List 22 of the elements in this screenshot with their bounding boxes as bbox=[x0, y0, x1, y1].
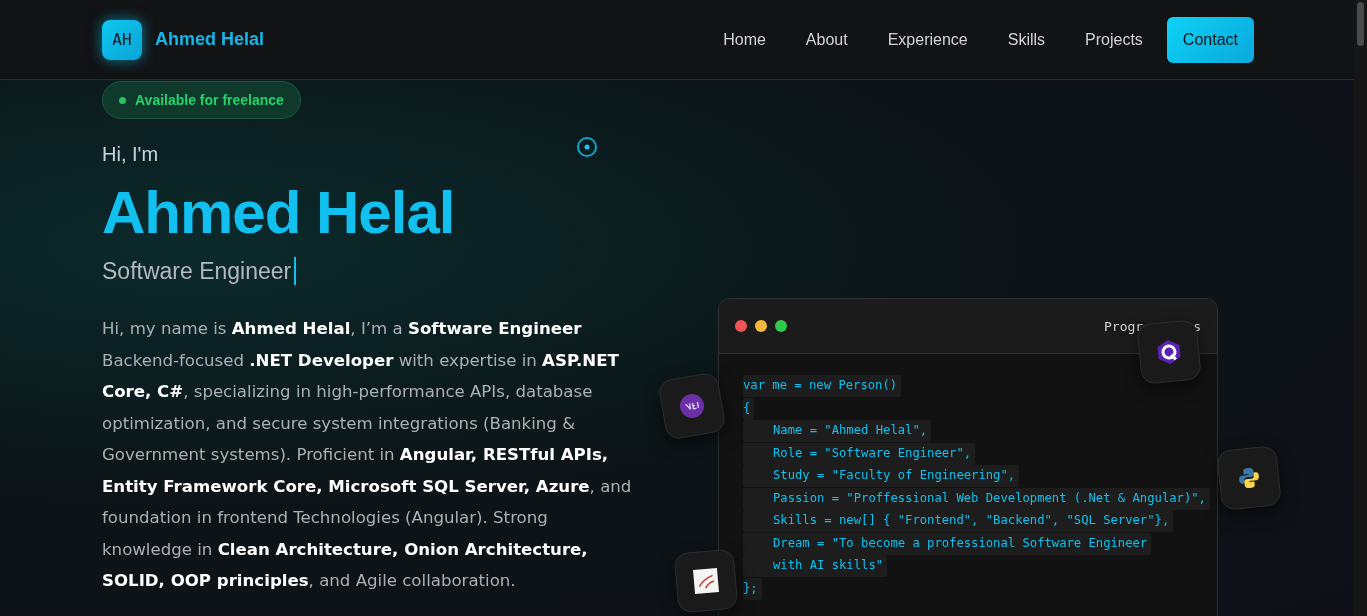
maximize-dot[interactable] bbox=[775, 320, 787, 332]
text-cursor bbox=[294, 257, 297, 285]
scrollbar[interactable] bbox=[1354, 0, 1367, 616]
hero-name: Ahmed Helal bbox=[102, 180, 455, 246]
contact-button[interactable]: Contact bbox=[1166, 16, 1254, 63]
logo-badge[interactable]: AH bbox=[102, 19, 142, 60]
close-dot[interactable] bbox=[735, 320, 747, 332]
window-title: Progr bbox=[1104, 318, 1144, 334]
bio-paragraph: Hi, my name is Ahmed Helal, I’m a Software Engineer Backend-focused .NET Developer with expertise in ASP.NET Core, C#, specializing in high-performance APIs, database optimization, and secure system integrations (Banking & Government systems). Proficient in Angular, RESTful APIs, Entity Framework Core, Microsoft SQL Server, Azure, and foundation in frontend Technologies (Angular). Strong knowledge in Clean Architecture, Onion Architecture, SOLID, OOP principles, and Agile collaboration. bbox=[102, 318, 633, 592]
nav-link[interactable]: Experience bbox=[867, 18, 988, 61]
target-icon bbox=[576, 136, 598, 158]
nav-link[interactable]: Home bbox=[703, 18, 786, 61]
brand-name[interactable]: Ahmed Helal bbox=[155, 29, 265, 50]
greeting: Hi, I'm bbox=[102, 143, 159, 166]
nav-link[interactable]: Skills bbox=[987, 18, 1066, 61]
status-badge: Available for freelance bbox=[102, 81, 301, 119]
nav-link[interactable]: Projects bbox=[1065, 18, 1163, 61]
minimize-dot[interactable] bbox=[755, 320, 767, 332]
hexagon-icon bbox=[1155, 337, 1183, 367]
role-title: Software Engineer bbox=[102, 257, 292, 285]
database-logo-icon bbox=[691, 566, 721, 596]
nav-link[interactable]: About bbox=[785, 18, 868, 61]
